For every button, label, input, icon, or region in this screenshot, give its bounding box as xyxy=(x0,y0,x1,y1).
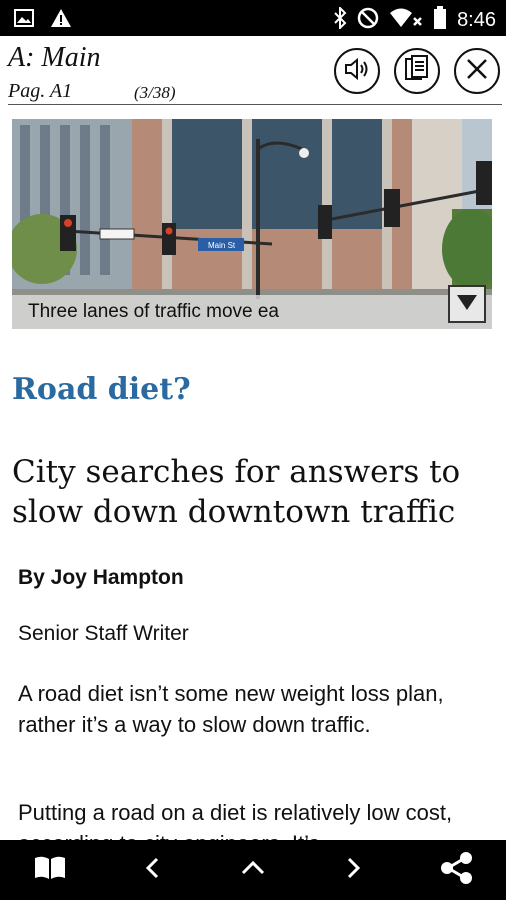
pages-icon xyxy=(404,54,430,88)
book-icon xyxy=(33,855,67,886)
bottom-nav xyxy=(0,840,506,900)
header-divider xyxy=(8,104,502,105)
photo-caption-bar: Three lanes of traffic move ea xyxy=(12,295,492,329)
previous-icon xyxy=(144,856,160,885)
audio-button[interactable] xyxy=(334,48,380,94)
street-sign-text: Main St xyxy=(208,241,236,250)
article-headline: City searches for answers to slow down d… xyxy=(12,454,461,530)
next-icon xyxy=(346,856,362,885)
book-button[interactable] xyxy=(20,840,80,900)
section-title: A: Main xyxy=(8,42,101,73)
warning-icon xyxy=(50,8,72,33)
app-header: A: Main Pag. A1 (3/38) xyxy=(0,36,506,106)
close-icon xyxy=(465,57,489,86)
status-bar: 8:46 xyxy=(0,0,506,36)
battery-icon xyxy=(433,6,447,35)
triangle-down-icon xyxy=(455,292,479,317)
share-button[interactable] xyxy=(426,840,486,900)
article-photo[interactable]: Main St Three lanes of traffic move ea xyxy=(12,119,492,329)
share-icon xyxy=(439,851,473,890)
author-role: Senior Staff Writer xyxy=(18,622,189,645)
article-paragraph: A road diet isn’t some new weight loss p… xyxy=(18,681,444,737)
status-time: 8:46 xyxy=(457,9,496,31)
pages-button[interactable] xyxy=(394,48,440,94)
bluetooth-icon xyxy=(333,5,347,34)
article-kicker: Road diet? xyxy=(12,372,191,407)
speaker-icon xyxy=(343,57,371,86)
expand-caption-button[interactable] xyxy=(448,285,486,323)
previous-button[interactable] xyxy=(122,840,182,900)
next-button[interactable] xyxy=(324,840,384,900)
do-not-disturb-icon xyxy=(357,7,379,34)
wifi-off-icon xyxy=(389,7,423,34)
page-label: Pag. A1 xyxy=(8,80,73,102)
article-byline: By Joy Hampton xyxy=(18,566,184,589)
up-button[interactable] xyxy=(223,840,283,900)
photo-caption: Three lanes of traffic move ea xyxy=(28,301,279,322)
up-icon xyxy=(240,860,266,881)
image-notification-icon xyxy=(14,9,34,32)
page-count: (3/38) xyxy=(134,83,176,102)
close-button[interactable] xyxy=(454,48,500,94)
